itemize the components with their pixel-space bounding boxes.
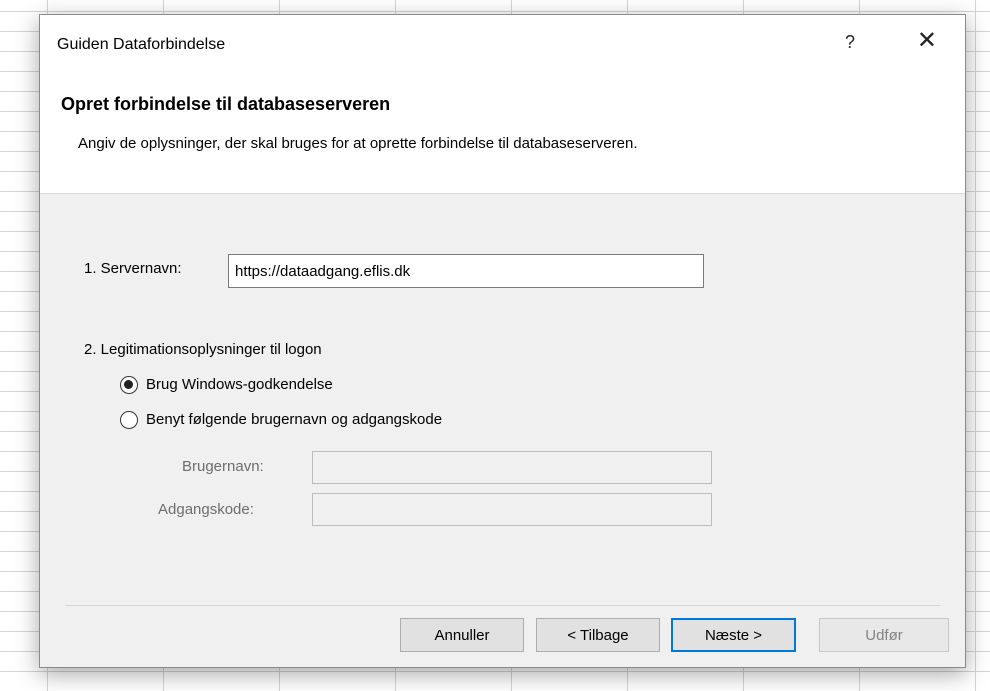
- page-description: Angiv de oplysninger, der skal bruges fo…: [78, 135, 638, 152]
- wizard-header: Opret forbindelse til databaseserveren A…: [40, 75, 965, 194]
- help-icon[interactable]: ?: [845, 32, 855, 53]
- window-title: Guiden Dataforbindelse: [57, 36, 226, 53]
- server-name-input[interactable]: [228, 254, 704, 288]
- page-title: Opret forbindelse til databaseserveren: [61, 94, 391, 114]
- cancel-button[interactable]: Annuller: [400, 618, 524, 652]
- password-label: Adgangskode:: [158, 501, 254, 518]
- username-label: Brugernavn:: [182, 458, 264, 475]
- finish-button[interactable]: Udfør: [819, 618, 949, 652]
- server-name-label: 1. Servernavn:: [84, 260, 182, 277]
- close-icon[interactable]: ✕: [917, 29, 937, 53]
- windows-auth-label[interactable]: Brug Windows-godkendelse: [146, 376, 333, 393]
- windows-auth-radio[interactable]: [120, 376, 138, 394]
- username-password-label[interactable]: Benyt følgende brugernavn og adgangskode: [146, 411, 442, 428]
- radio-selected-dot: [124, 380, 133, 389]
- connection-wizard-dialog: Guiden Dataforbindelse ? ✕ Opret forbind…: [39, 14, 966, 668]
- username-input[interactable]: [312, 451, 712, 484]
- footer-divider: [65, 605, 940, 606]
- username-password-radio[interactable]: [120, 411, 138, 429]
- next-button[interactable]: Næste >: [671, 618, 796, 652]
- title-bar: Guiden Dataforbindelse ? ✕: [40, 15, 965, 75]
- back-button[interactable]: < Tilbage: [536, 618, 660, 652]
- credentials-section-label: 2. Legitimationsoplysninger til logon: [84, 341, 322, 358]
- password-input[interactable]: [312, 493, 712, 526]
